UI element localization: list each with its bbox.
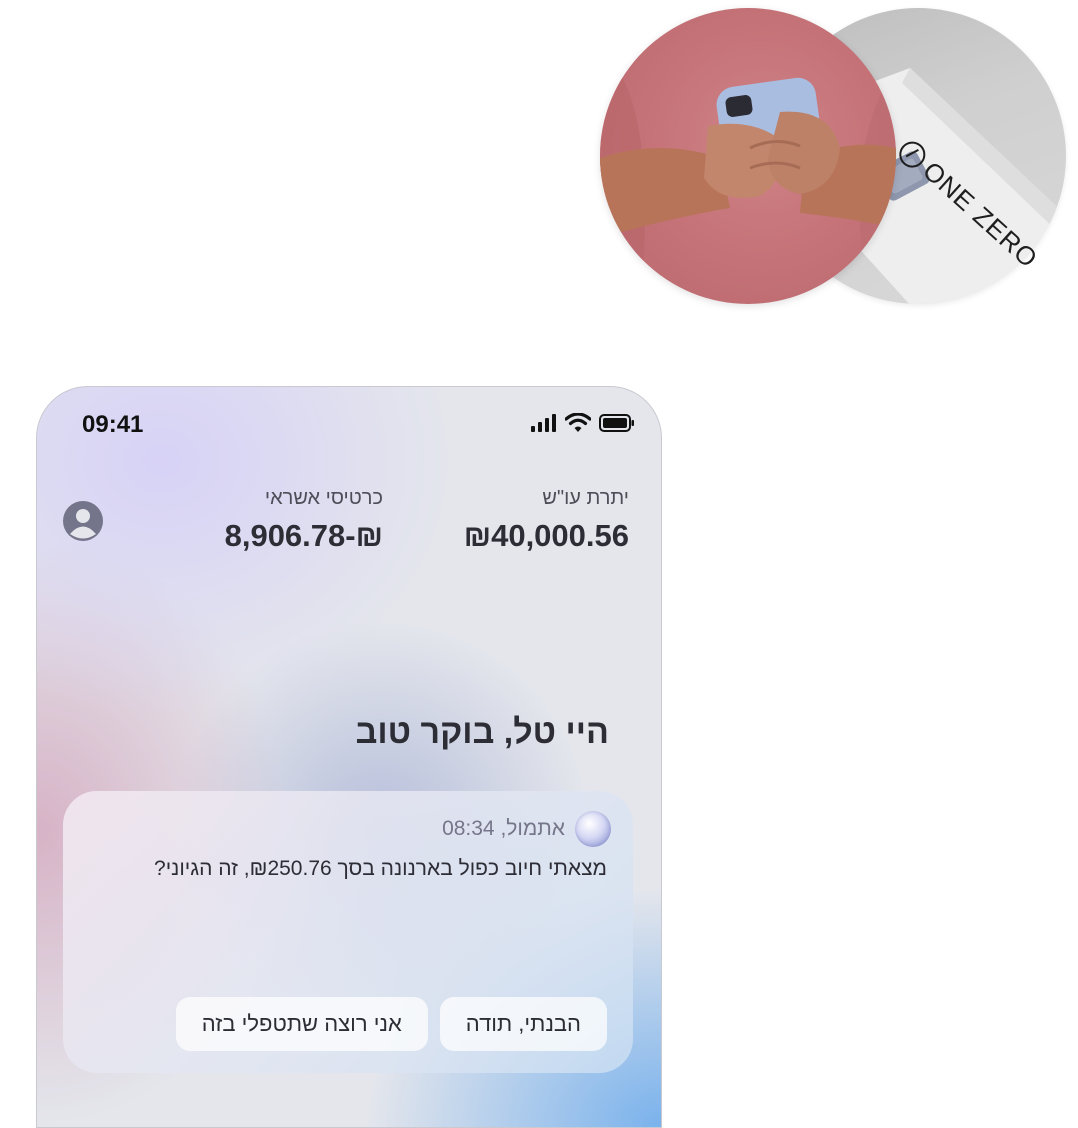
credit-cards-label: כרטיסי אשראי [264, 487, 383, 509]
acknowledge-button[interactable]: הבנתי, תודה [439, 997, 607, 1051]
credit-cards-balance[interactable]: כרטיסי אשראי ₪-8,906.78 [225, 487, 383, 554]
profile-icon[interactable] [63, 501, 103, 546]
message-timestamp: אתמול, 08:34 [442, 817, 565, 840]
greeting-title: היי טל, בוקר טוב [355, 713, 609, 751]
assistant-avatar-icon [575, 811, 611, 847]
checking-balance[interactable]: יתרת עו"ש ₪40,000.56 [464, 487, 629, 554]
message-text: מצאתי חיוב כפול בארנונה בסך ₪250.76, זה … [154, 857, 607, 880]
checking-balance-amount: ₪40,000.56 [463, 518, 629, 553]
status-icons [531, 413, 635, 433]
credit-cards-amount: ₪-8,906.78 [224, 518, 383, 553]
handle-it-button[interactable]: אני רוצה שתטפלי בזה [175, 997, 428, 1051]
assistant-message-card: אתמול, 08:34 מצאתי חיוב כפול בארנונה בסך… [63, 791, 633, 1073]
wifi-icon [565, 413, 591, 432]
message-meta: אתמול, 08:34 [442, 811, 611, 847]
phone-screen: 09:41 יתרת עו"ש ₪40,000.56 כרטיסי אשראי … [36, 386, 662, 1128]
battery-icon [599, 414, 634, 432]
message-actions: הבנתי, תודה אני רוצה שתטפלי בזה [175, 997, 607, 1051]
status-time: 09:41 [82, 411, 144, 438]
checking-balance-label: יתרת עו"ש [542, 487, 629, 509]
person-holding-phone-photo [600, 8, 896, 304]
signal-icon [531, 414, 556, 432]
